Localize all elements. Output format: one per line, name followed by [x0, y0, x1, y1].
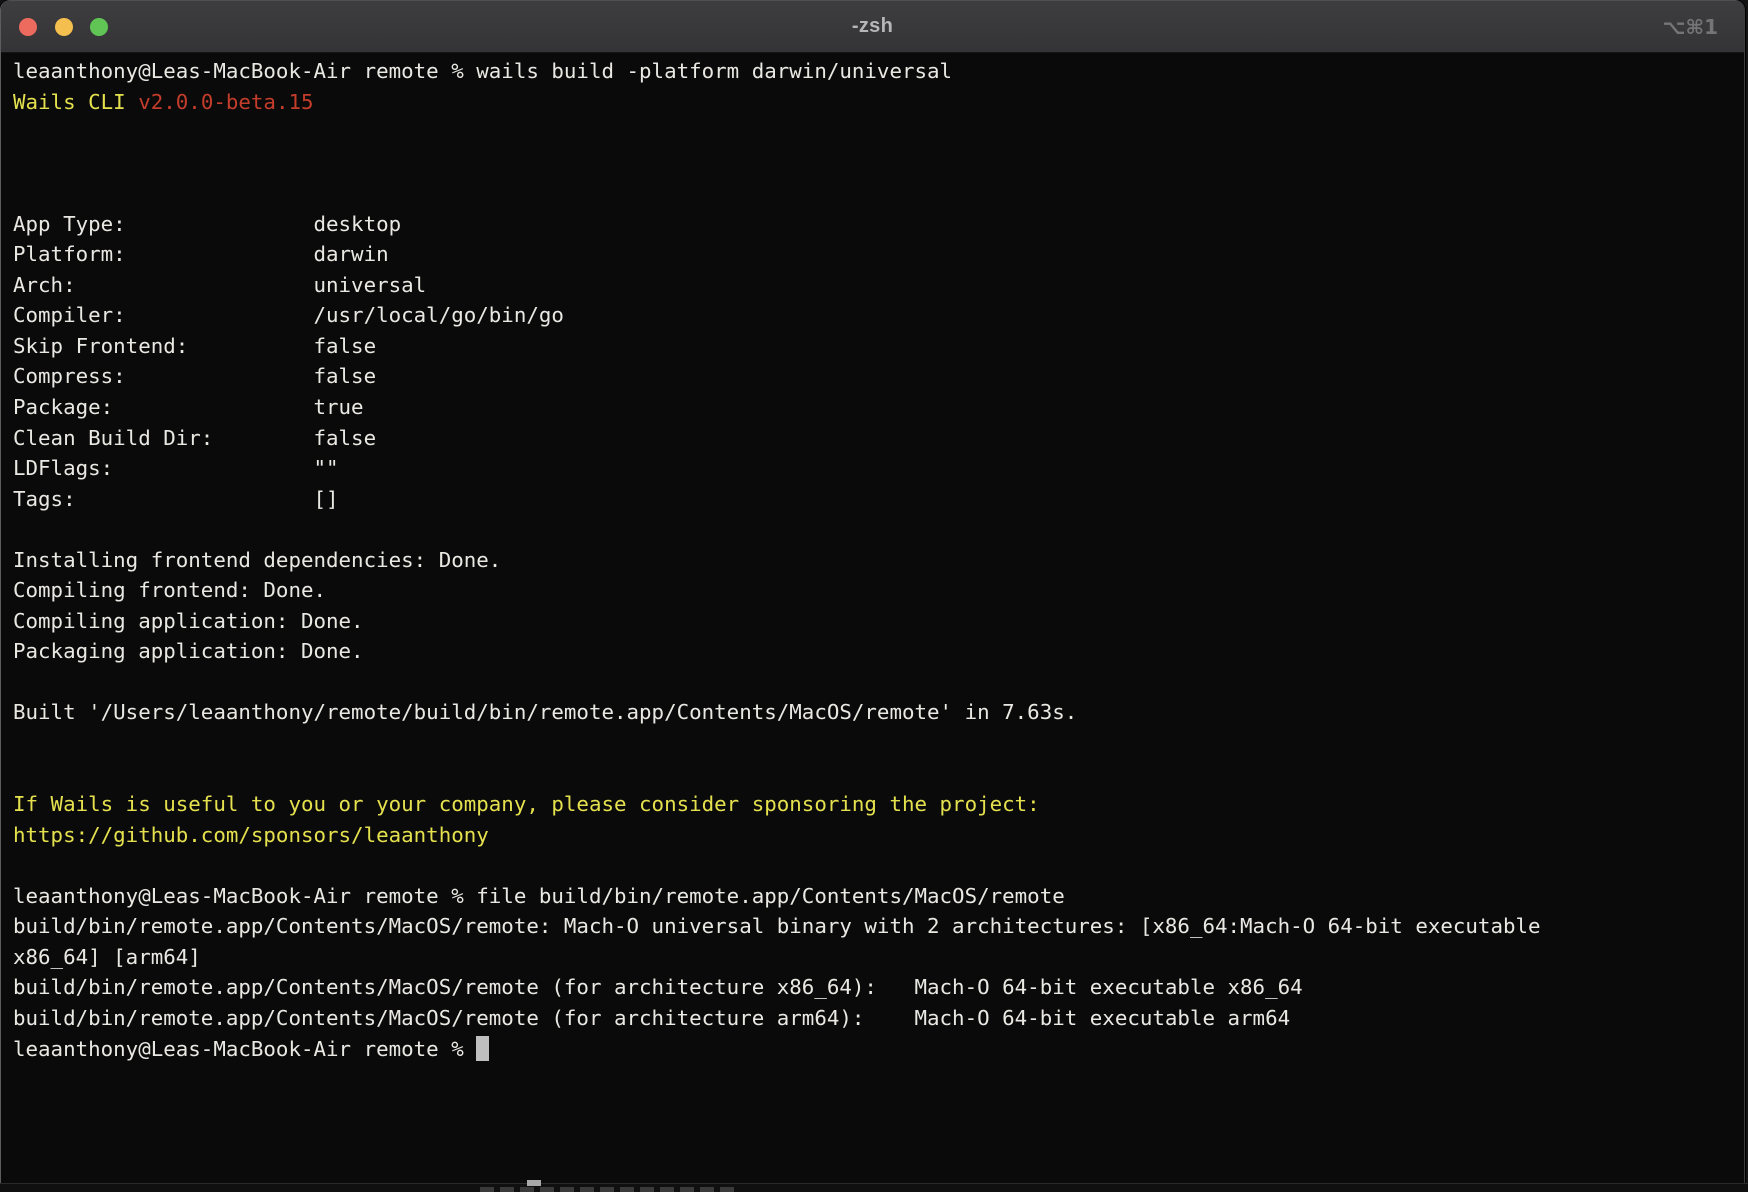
terminal-line — [13, 667, 1736, 698]
terminal-line: build/bin/remote.app/Contents/MacOS/remo… — [13, 911, 1736, 942]
terminal-cursor — [476, 1036, 489, 1061]
terminal-line: build/bin/remote.app/Contents/MacOS/remo… — [13, 972, 1736, 1003]
window-title: -zsh — [1, 0, 1744, 53]
text-segment: build/bin/remote.app/Contents/MacOS/remo… — [13, 914, 1541, 938]
text-segment: App Type: desktop — [13, 212, 401, 236]
terminal-line: https://github.com/sponsors/leaanthony — [13, 820, 1736, 851]
text-segment: build/bin/remote.app/Contents/MacOS/remo… — [13, 975, 1303, 999]
terminal-output[interactable]: leaanthony@Leas-MacBook-Air remote % wai… — [1, 53, 1744, 1182]
terminal-line: Built '/Users/leaanthony/remote/build/bi… — [13, 697, 1736, 728]
terminal-line — [13, 117, 1736, 148]
text-segment: Platform: darwin — [13, 242, 389, 266]
text-segment: Compiling application: Done. — [13, 609, 364, 633]
terminal-line: Arch: universal — [13, 270, 1736, 301]
text-segment: Wails CLI — [13, 90, 138, 114]
terminal-line: Installing frontend dependencies: Done. — [13, 545, 1736, 576]
terminal-line: Wails CLI v2.0.0-beta.15 — [13, 87, 1736, 118]
terminal-line: Tags: [] — [13, 484, 1736, 515]
terminal-line — [13, 148, 1736, 179]
terminal-line: Package: true — [13, 392, 1736, 423]
terminal-line: leaanthony@Leas-MacBook-Air remote % fil… — [13, 881, 1736, 912]
terminal-line: build/bin/remote.app/Contents/MacOS/remo… — [13, 1003, 1736, 1034]
tab-shortcut-label: ⌥⌘1 — [1662, 0, 1718, 53]
text-segment: Arch: universal — [13, 273, 426, 297]
text-segment: Clean Build Dir: false — [13, 426, 376, 450]
text-segment: Tags: [] — [13, 487, 339, 511]
text-segment: Built '/Users/leaanthony/remote/build/bi… — [13, 700, 1077, 724]
text-segment: x86_64] [arm64] — [13, 945, 201, 969]
text-segment: Packaging application: Done. — [13, 639, 364, 663]
background-window-edge — [0, 1183, 1748, 1192]
terminal-line: Compiling frontend: Done. — [13, 575, 1736, 606]
terminal-line: Packaging application: Done. — [13, 636, 1736, 667]
text-segment: leaanthony@Leas-MacBook-Air remote % — [13, 1037, 476, 1061]
text-segment: v2.0.0-beta.15 — [138, 90, 313, 114]
terminal-line: LDFlags: "" — [13, 453, 1736, 484]
terminal-line: Compiling application: Done. — [13, 606, 1736, 637]
text-segment: LDFlags: "" — [13, 456, 339, 480]
text-segment: Compress: false — [13, 364, 376, 388]
terminal-line: leaanthony@Leas-MacBook-Air remote % wai… — [13, 56, 1736, 87]
terminal-line — [13, 759, 1736, 790]
terminal-window: -zsh ⌥⌘1 leaanthony@Leas-MacBook-Air rem… — [0, 0, 1745, 1183]
terminal-line — [13, 728, 1736, 759]
terminal-line: App Type: desktop — [13, 209, 1736, 240]
text-segment: Compiler: /usr/local/go/bin/go — [13, 303, 564, 327]
terminal-line: If Wails is useful to you or your compan… — [13, 789, 1736, 820]
text-segment: build/bin/remote.app/Contents/MacOS/remo… — [13, 1006, 1290, 1030]
sponsor-url-link[interactable]: https://github.com/sponsors/leaanthony — [13, 823, 489, 847]
text-segment: Package: true — [13, 395, 364, 419]
text-segment: Installing frontend dependencies: Done. — [13, 548, 501, 572]
background-window-highlight — [527, 1180, 541, 1186]
text-segment: leaanthony@Leas-MacBook-Air remote % fil… — [13, 884, 1065, 908]
terminal-line — [13, 514, 1736, 545]
terminal-line: Compiler: /usr/local/go/bin/go — [13, 300, 1736, 331]
terminal-line: Platform: darwin — [13, 239, 1736, 270]
terminal-line: Skip Frontend: false — [13, 331, 1736, 362]
terminal-line: leaanthony@Leas-MacBook-Air remote % — [13, 1034, 1736, 1065]
terminal-line: x86_64] [arm64] — [13, 942, 1736, 973]
window-titlebar[interactable]: -zsh ⌥⌘1 — [1, 0, 1744, 53]
terminal-line — [13, 850, 1736, 881]
text-segment: If Wails is useful to you or your compan… — [13, 792, 1040, 816]
text-segment: Skip Frontend: false — [13, 334, 376, 358]
text-segment: Compiling frontend: Done. — [13, 578, 326, 602]
text-segment: leaanthony@Leas-MacBook-Air remote % wai… — [13, 59, 952, 83]
background-window-text-fragment — [480, 1187, 740, 1192]
terminal-line: Clean Build Dir: false — [13, 423, 1736, 454]
terminal-line — [13, 178, 1736, 209]
screen: -zsh ⌥⌘1 leaanthony@Leas-MacBook-Air rem… — [0, 0, 1748, 1192]
terminal-line: Compress: false — [13, 361, 1736, 392]
